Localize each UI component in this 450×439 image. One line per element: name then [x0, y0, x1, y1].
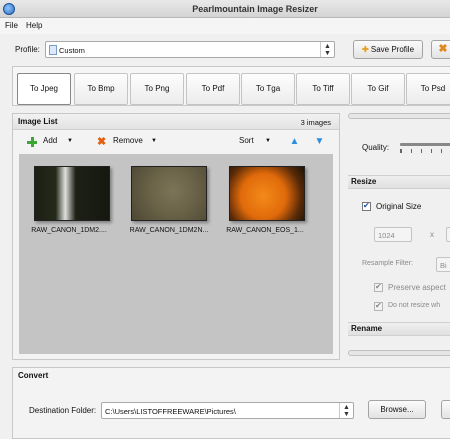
thumbnail-image[interactable] — [229, 166, 305, 221]
height-input[interactable] — [446, 227, 450, 242]
format-tabs: To Jpeg To Bmp To Png To Pdf To Tga To T… — [12, 66, 450, 106]
menu-bar: File Help — [0, 18, 450, 34]
title-bar: Pearlmountain Image Resizer — [0, 0, 450, 18]
thumbnail-image[interactable] — [34, 166, 110, 221]
scroll-strip-bottom[interactable] — [348, 350, 450, 356]
destination-path: C:\Users\LISTOFFREEWARE\Pictures\ — [105, 407, 236, 416]
sort-dropdown-icon[interactable]: ▼ — [265, 138, 271, 144]
menu-help[interactable]: Help — [26, 21, 42, 30]
preserve-aspect-label: Preserve aspect — [388, 283, 446, 292]
rename-header: Rename — [348, 322, 450, 336]
times-sign: x — [430, 230, 434, 239]
image-list-toolbar: Add ▼ ✖ Remove ▼ Sort ▼ ▲ ▼ — [13, 131, 339, 151]
save-profile-button[interactable]: ✚ Save Profile — [353, 40, 423, 59]
original-size-checkbox[interactable] — [362, 201, 371, 211]
thumbnail-image[interactable] — [131, 166, 207, 221]
resize-header: Resize — [348, 175, 450, 189]
tab-to-tiff[interactable]: To Tiff — [296, 73, 350, 105]
sort-button[interactable]: Sort — [239, 136, 254, 145]
resample-value: Bi — [440, 261, 447, 270]
remove-button[interactable]: Remove — [113, 136, 143, 145]
tab-to-tga[interactable]: To Tga — [241, 73, 295, 105]
window-title: Pearlmountain Image Resizer — [192, 4, 318, 14]
original-size-label: Original Size — [376, 202, 422, 211]
spin-arrows-icon: ▲ ▼ — [339, 403, 353, 418]
quality-label: Quality: — [362, 143, 390, 152]
settings-panel: Quality: Resize Original Size 1024 x Res… — [348, 113, 450, 363]
document-icon — [49, 45, 57, 55]
profile-value: Custom — [59, 46, 85, 55]
menu-file[interactable]: File — [5, 21, 18, 30]
width-value: 1024 — [378, 231, 395, 240]
tab-to-png[interactable]: To Png — [130, 73, 184, 105]
move-down-icon[interactable]: ▼ — [314, 136, 325, 147]
convert-title: Convert — [18, 371, 49, 380]
tab-to-gif[interactable]: To Gif — [351, 73, 405, 105]
do-not-resize-checkbox[interactable] — [374, 301, 383, 311]
plus-star-icon: ✚ — [361, 45, 369, 54]
spin-arrows-icon: ▲ ▼ — [320, 42, 334, 57]
image-count: 3 images — [300, 118, 331, 127]
browse-button[interactable]: Browse... — [368, 400, 426, 419]
open-folder-button[interactable] — [441, 400, 450, 419]
tab-to-pdf[interactable]: To Pdf — [186, 73, 240, 105]
image-list-title: Image List — [18, 117, 58, 126]
do-not-resize-label: Do not resize wh — [388, 302, 441, 309]
profile-label: Profile: — [15, 45, 40, 54]
destination-folder-select[interactable]: C:\Users\LISTOFFREEWARE\Pictures\ ▲ ▼ — [101, 402, 354, 419]
resample-label: Resample Filter: — [362, 260, 413, 267]
remove-icon: ✖ — [97, 136, 107, 148]
tab-to-jpeg[interactable]: To Jpeg — [17, 73, 71, 105]
convert-panel: Convert Destination Folder: C:\Users\LIS… — [12, 367, 450, 439]
remove-dropdown-icon[interactable]: ▼ — [151, 138, 157, 144]
thumbnail-label: RAW_CANON_1DM2.... — [31, 227, 107, 234]
thumbnail-label: RAW_CANON_EOS_1... — [226, 227, 304, 234]
destination-label: Destination Folder: — [29, 406, 97, 415]
profile-row: Profile: Custom ▲ ▼ ✚ Save Profile ✖ — [0, 36, 450, 64]
tab-to-psd[interactable]: To Psd — [406, 73, 450, 105]
tab-to-bmp[interactable]: To Bmp — [74, 73, 128, 105]
profile-select[interactable]: Custom ▲ ▼ — [45, 41, 335, 58]
image-list-panel: Image List 3 images Add ▼ ✖ Remove ▼ Sor… — [12, 113, 340, 360]
image-list-header: Image List 3 images — [13, 114, 339, 130]
add-icon — [27, 137, 37, 147]
quality-ticks — [400, 149, 450, 153]
add-button[interactable]: Add — [43, 136, 57, 145]
width-input[interactable]: 1024 — [374, 227, 412, 242]
save-profile-label: Save Profile — [370, 45, 415, 54]
thumbnail-label: RAW_CANON_1DM2N... — [129, 227, 209, 234]
thumbnail-area[interactable]: RAW_CANON_1DM2.... RAW_CANON_1DM2N... RA… — [19, 154, 333, 354]
delete-icon: ✖ — [438, 43, 448, 55]
scroll-strip[interactable] — [348, 113, 450, 119]
resample-select[interactable]: Bi — [436, 257, 450, 272]
convert-header: Convert — [13, 368, 450, 384]
quality-slider[interactable] — [400, 143, 450, 146]
add-dropdown-icon[interactable]: ▼ — [67, 138, 73, 144]
move-up-icon[interactable]: ▲ — [289, 136, 300, 147]
preserve-aspect-checkbox[interactable] — [374, 282, 383, 292]
delete-profile-button[interactable]: ✖ — [431, 40, 450, 59]
